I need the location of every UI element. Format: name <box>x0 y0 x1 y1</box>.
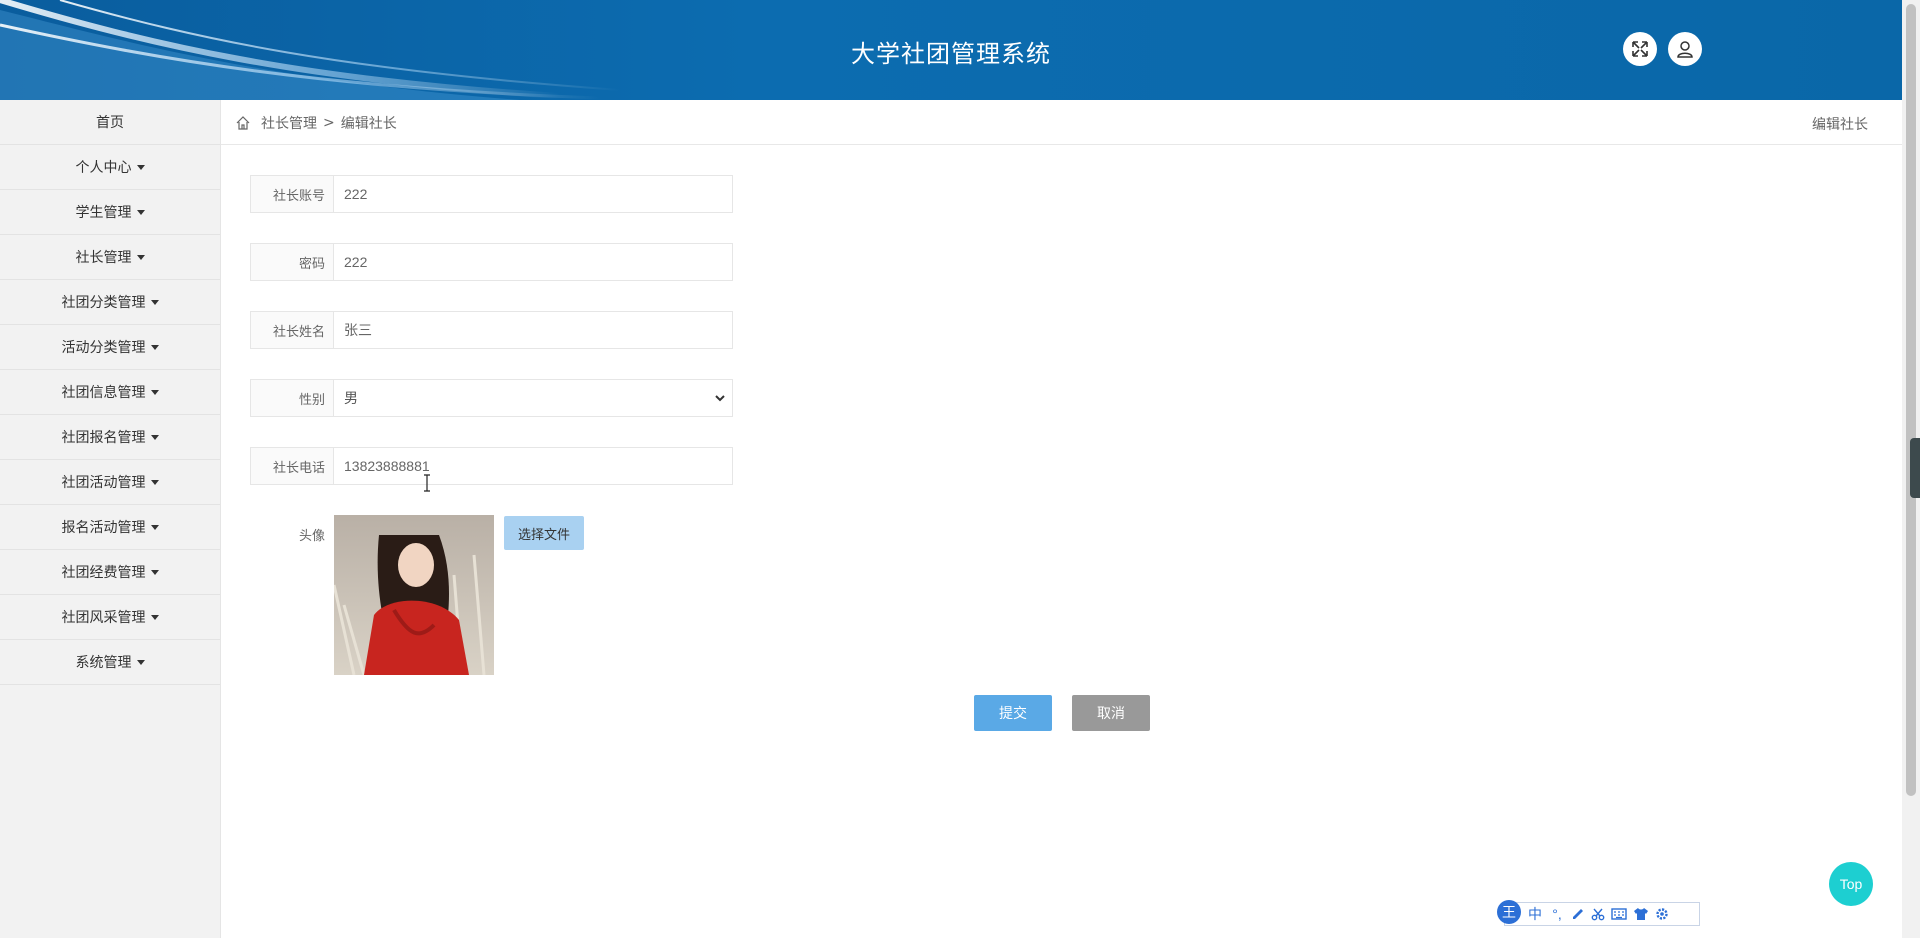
ime-toolbar: 王 中 °, <box>1497 900 1700 926</box>
sidebar-item-label: 报名活动管理 <box>61 520 146 536</box>
sidebar-item-label: 首页 <box>96 115 124 131</box>
sidebar-item-label: 社团风采管理 <box>61 610 146 626</box>
password-label: 密码 <box>250 243 333 281</box>
account-input[interactable] <box>333 175 733 213</box>
phone-input[interactable] <box>333 447 733 485</box>
scissors-icon[interactable] <box>1591 907 1605 921</box>
sidebar-item-club-activity[interactable]: 社团活动管理 <box>0 460 220 505</box>
sidebar-item-label: 社团分类管理 <box>61 295 146 311</box>
caret-down-icon <box>150 524 159 530</box>
pen-icon[interactable] <box>1571 907 1585 921</box>
sidebar-item-label: 社团报名管理 <box>61 430 146 446</box>
account-label: 社长账号 <box>250 175 333 213</box>
phone-label: 社长电话 <box>250 447 333 485</box>
caret-down-icon <box>150 479 159 485</box>
gender-selected-value: 男 <box>344 391 358 407</box>
sidebar-item-label: 社长管理 <box>75 250 132 266</box>
text-cursor-icon <box>424 474 430 492</box>
skin-shirt-icon[interactable] <box>1633 907 1649 921</box>
sidebar-item-label: 学生管理 <box>75 205 132 221</box>
page-title: 编辑社长 <box>1812 117 1868 133</box>
sidebar-item-label: 活动分类管理 <box>61 340 146 356</box>
home-icon[interactable] <box>235 115 251 131</box>
app-title: 大学社团管理系统 <box>851 40 1051 68</box>
gender-select[interactable]: 男 <box>333 379 733 417</box>
caret-down-icon <box>136 209 145 215</box>
sidebar-item-activity-category[interactable]: 活动分类管理 <box>0 325 220 370</box>
caret-down-icon <box>150 389 159 395</box>
sidebar-item-label: 社团信息管理 <box>61 385 146 401</box>
form-row-name: 社长姓名 <box>250 311 733 349</box>
sidebar-item-president-management[interactable]: 社长管理 <box>0 235 220 280</box>
expand-icon <box>1632 41 1648 57</box>
sidebar-item-label: 系统管理 <box>75 655 132 671</box>
sidebar-item-system-management[interactable]: 系统管理 <box>0 640 220 685</box>
caret-down-icon <box>150 614 159 620</box>
caret-down-icon <box>150 434 159 440</box>
sidebar-item-personal-center[interactable]: 个人中心 <box>0 145 220 190</box>
fullscreen-button[interactable] <box>1623 32 1657 66</box>
breadcrumb-parent-link[interactable]: 社长管理 <box>261 113 317 133</box>
sidebar-item-label: 社团活动管理 <box>61 475 146 491</box>
form-row-phone: 社长电话 <box>250 447 733 485</box>
cancel-button[interactable]: 取消 <box>1072 695 1150 731</box>
sidebar-item-club-showcase[interactable]: 社团风采管理 <box>0 595 220 640</box>
breadcrumb-separator: > <box>323 115 335 131</box>
form-row-gender: 性别 男 <box>250 379 733 417</box>
caret-down-icon <box>150 344 159 350</box>
back-to-top-button[interactable]: Top <box>1829 862 1873 906</box>
chevron-down-icon <box>715 395 725 402</box>
ime-chinese-mode[interactable]: 中 <box>1527 906 1543 922</box>
user-profile-button[interactable] <box>1668 32 1702 66</box>
sidebar-item-label: 个人中心 <box>75 160 132 176</box>
breadcrumb: 社长管理 > 编辑社长 <box>235 113 397 133</box>
sidebar-item-student-management[interactable]: 学生管理 <box>0 190 220 235</box>
header-banner: 大学社团管理系统 <box>0 0 1902 100</box>
sidebar-item-club-registration[interactable]: 社团报名管理 <box>0 415 220 460</box>
sidebar-item-club-category[interactable]: 社团分类管理 <box>0 280 220 325</box>
breadcrumb-current: 编辑社长 <box>340 116 397 132</box>
caret-down-icon <box>136 254 145 260</box>
password-input[interactable] <box>333 243 733 281</box>
choose-file-button[interactable]: 选择文件 <box>504 516 584 550</box>
gear-icon[interactable] <box>1655 907 1669 921</box>
sidebar-nav: 首页 个人中心 学生管理 社长管理 社团分类管理 活动分类管理 社团信息管理 社… <box>0 100 221 938</box>
name-input[interactable] <box>333 311 733 349</box>
avatar-label: 头像 <box>298 529 325 544</box>
name-label: 社长姓名 <box>250 311 333 349</box>
form-row-account: 社长账号 <box>250 175 733 213</box>
submit-button[interactable]: 提交 <box>974 695 1052 731</box>
sidebar-item-club-funds[interactable]: 社团经费管理 <box>0 550 220 595</box>
sidebar-item-label: 社团经费管理 <box>61 565 146 581</box>
sidebar-item-activity-registration[interactable]: 报名活动管理 <box>0 505 220 550</box>
ime-punctuation-toggle[interactable]: °, <box>1549 906 1565 922</box>
ime-logo-icon[interactable]: 王 <box>1497 900 1521 924</box>
keyboard-icon[interactable] <box>1611 907 1627 921</box>
form-row-password: 密码 <box>250 243 733 281</box>
avatar-preview-image <box>334 515 494 675</box>
caret-down-icon <box>136 659 145 665</box>
gender-label: 性别 <box>250 379 333 417</box>
caret-down-icon <box>150 299 159 305</box>
caret-down-icon <box>136 164 145 170</box>
scrollbar-thumb[interactable] <box>1906 4 1916 796</box>
user-icon <box>1677 41 1693 58</box>
side-floating-widget[interactable] <box>1910 438 1920 498</box>
sidebar-item-home[interactable]: 首页 <box>0 100 220 145</box>
caret-down-icon <box>150 569 159 575</box>
breadcrumb-bar: 社长管理 > 编辑社长 编辑社长 <box>221 100 1902 145</box>
sidebar-item-club-info[interactable]: 社团信息管理 <box>0 370 220 415</box>
